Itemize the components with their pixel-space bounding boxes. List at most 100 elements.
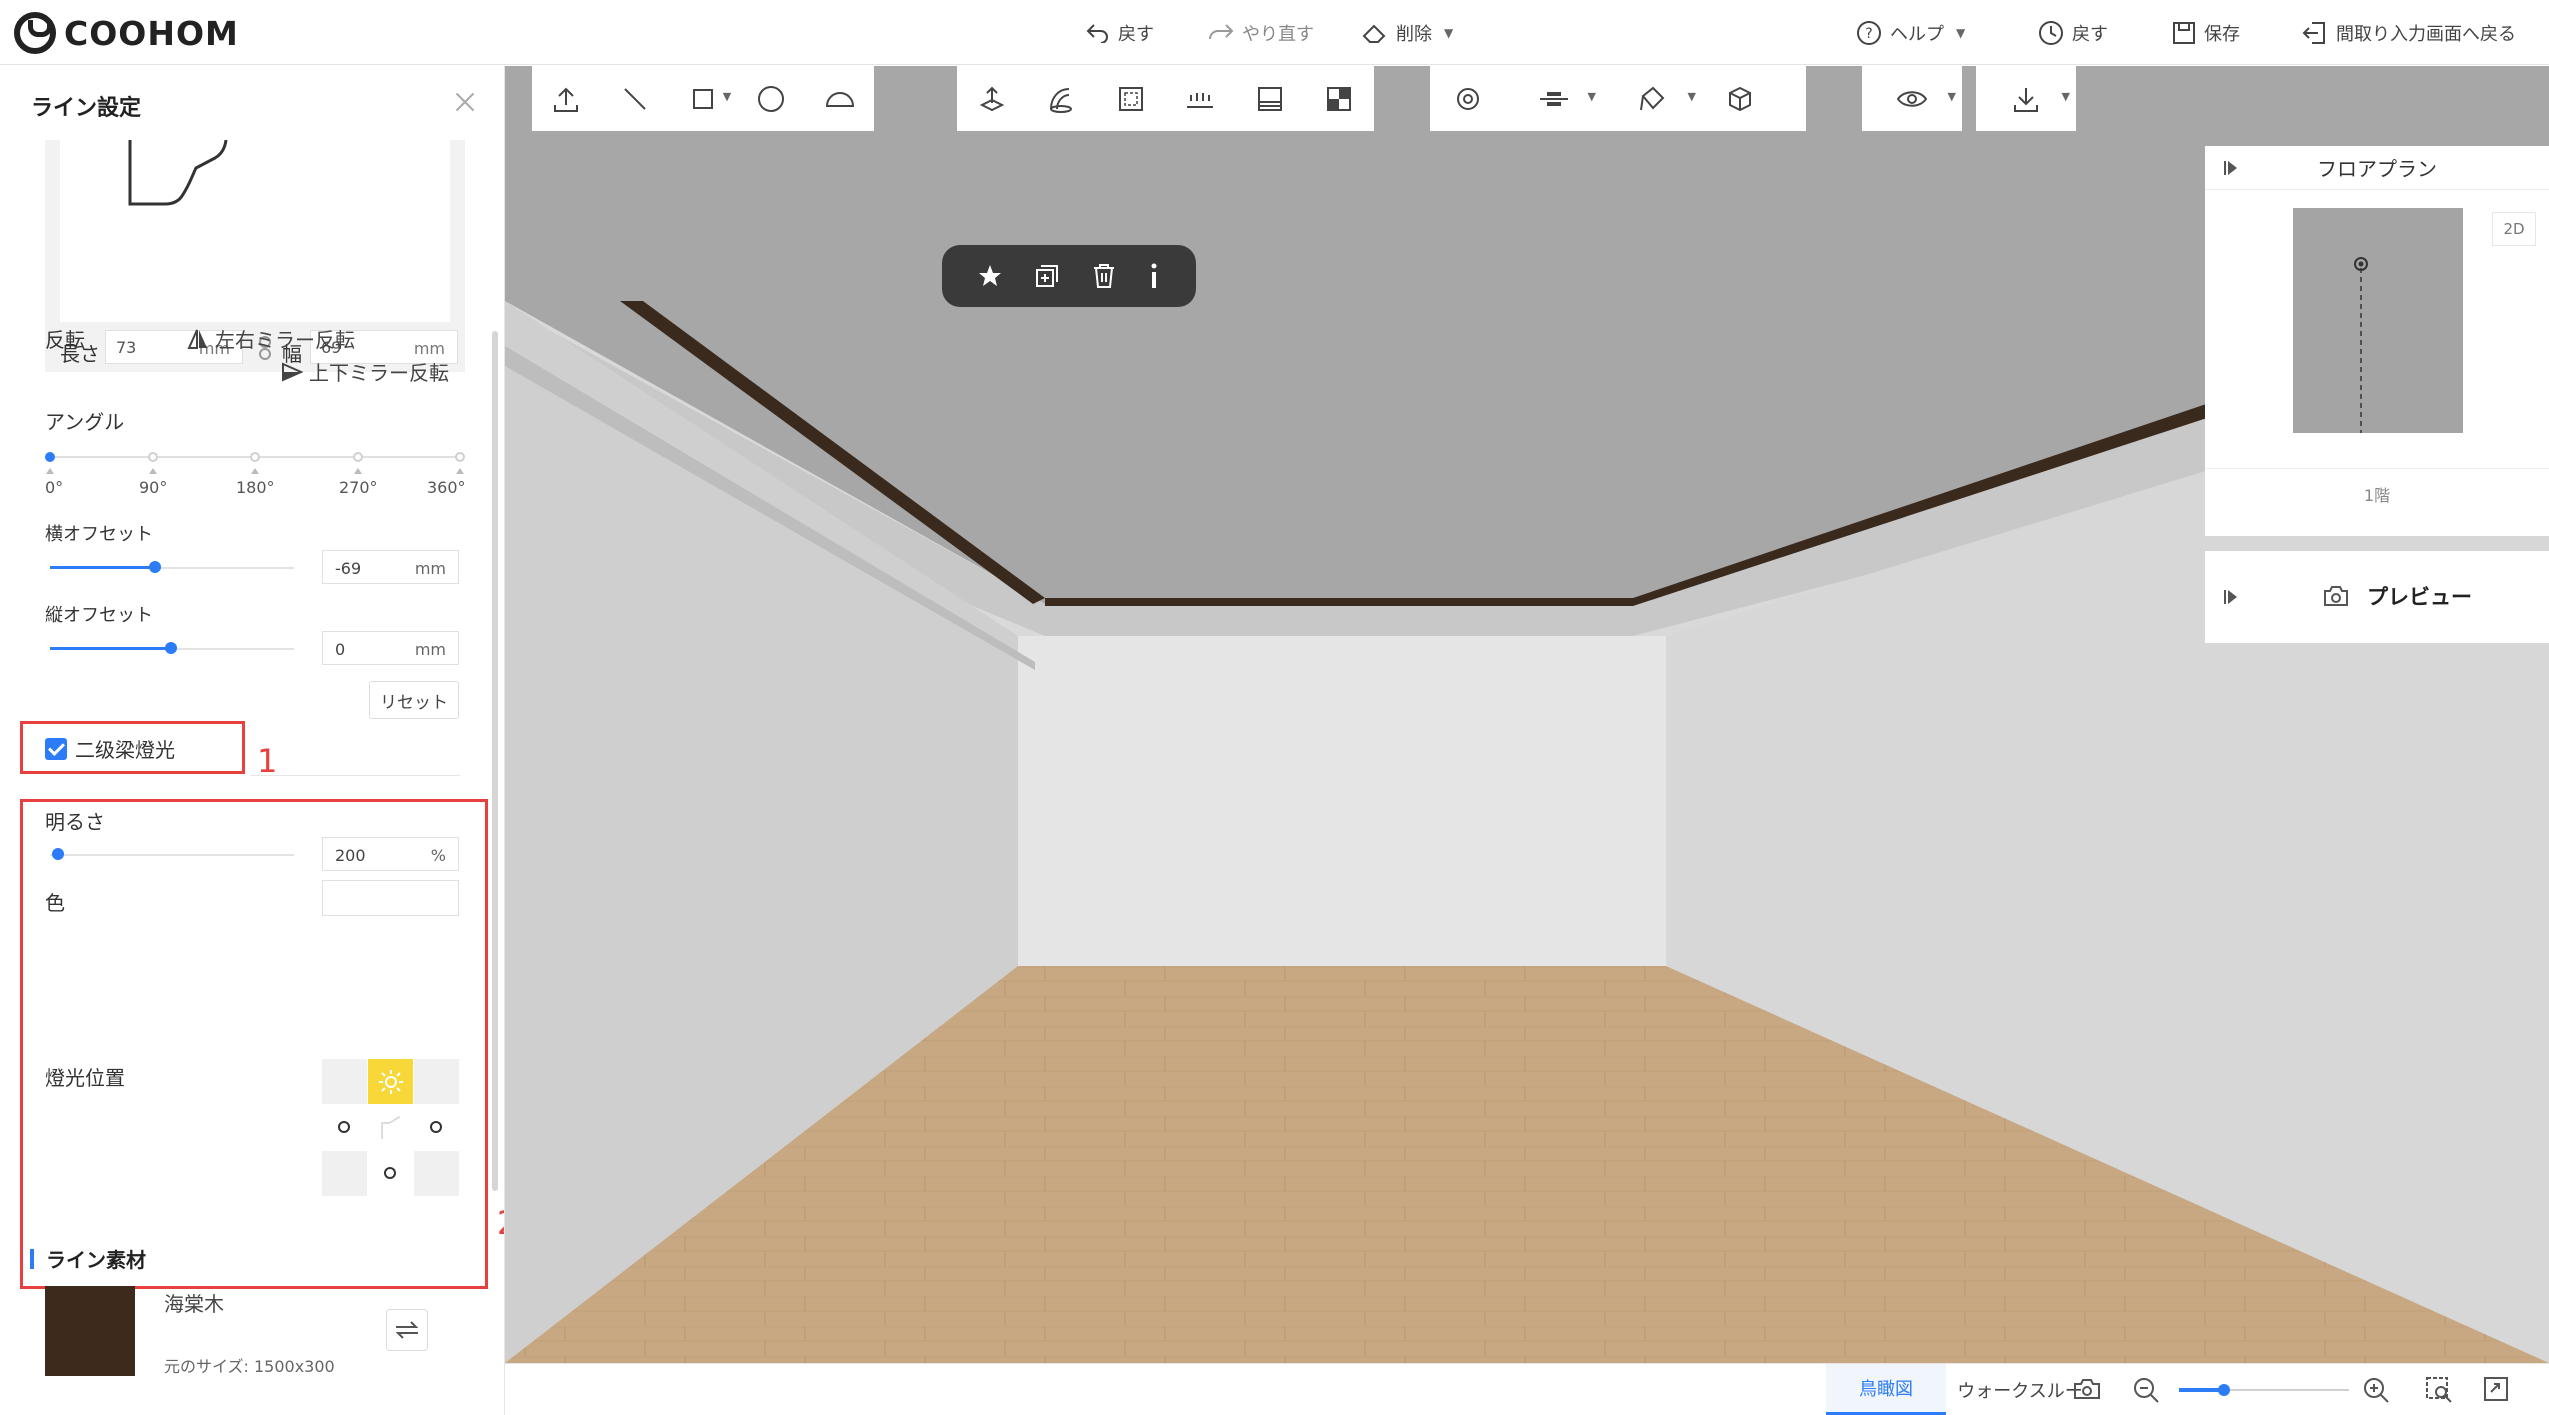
view-2d-button[interactable]: 2D <box>2492 212 2536 246</box>
reset-button[interactable]: リセット <box>369 681 459 719</box>
light-cell-top-left[interactable] <box>322 1059 367 1104</box>
3d-viewport[interactable]: ▼ ▼ ▼ ▼ ▼ フロアプラン 2D 1階 プレビュー <box>505 66 2549 1363</box>
save-button[interactable]: 保存 <box>2172 18 2240 48</box>
light-cell-bottom-left[interactable] <box>322 1151 367 1196</box>
line-settings-panel: ライン設定 長さ 73 mm 幅 69 mm 反転 左右ミラー反転 上下ミラー反… <box>0 66 505 1415</box>
floor-label[interactable]: 1階 <box>2205 482 2549 506</box>
arc-icon <box>825 91 854 107</box>
color-picker[interactable] <box>322 880 459 916</box>
redo-button[interactable]: やり直す <box>1206 18 1314 48</box>
tab-walkthrough[interactable]: ウォークスルー <box>1957 1364 2082 1415</box>
cube-icon <box>1729 86 1751 111</box>
mirror-left-right-button[interactable]: 左右ミラー反転 <box>187 324 355 353</box>
circle-tool[interactable] <box>737 66 805 131</box>
visibility-tool[interactable]: ▼ <box>1862 66 1962 131</box>
light-cell-left[interactable] <box>322 1105 367 1150</box>
back-to-floorplan-button[interactable]: 間取り入力画面へ戻る <box>2302 18 2516 48</box>
beam-light-checkbox-row[interactable]: 二级梁燈光 <box>45 734 175 763</box>
material-brush-tool[interactable]: ▼ <box>1602 66 1702 131</box>
light-cell-bottom[interactable] <box>368 1151 413 1196</box>
brightness-track[interactable] <box>50 854 294 856</box>
angle-tick <box>456 468 464 474</box>
mirror-up-down-label: 上下ミラー反転 <box>309 361 449 385</box>
color-label: 色 <box>45 891 65 915</box>
horizontal-offset-input[interactable]: -69 mm <box>322 550 459 584</box>
help-label: ヘルプ <box>1890 24 1944 45</box>
undo-label: 戻す <box>1118 24 1154 45</box>
brightness-value: 200 <box>335 846 366 865</box>
info-icon[interactable] <box>1147 262 1161 290</box>
sweep-tool[interactable] <box>1027 66 1097 131</box>
fullscreen-icon[interactable] <box>2483 1376 2509 1402</box>
delete-label: 削除 <box>1396 24 1432 45</box>
line-tool[interactable] <box>600 66 668 131</box>
download-tool[interactable]: ▼ <box>1976 66 2076 131</box>
panel-toggle-icon[interactable] <box>2223 160 2239 176</box>
chevron-down-icon: ▼ <box>1947 90 1956 103</box>
panel-tool[interactable] <box>1235 66 1305 131</box>
vertical-offset-value: 0 <box>335 640 346 659</box>
horizontal-offset-knob[interactable] <box>149 561 161 573</box>
annotation-box-2 <box>20 799 488 1289</box>
circle-icon <box>758 85 785 112</box>
material-swatch[interactable] <box>45 1286 135 1376</box>
logo[interactable]: COOHOM <box>14 12 239 54</box>
angle-stop-180[interactable] <box>250 452 260 462</box>
light-cell-top[interactable] <box>368 1059 413 1104</box>
angle-stop-360[interactable] <box>455 452 465 462</box>
duplicate-icon[interactable] <box>1033 262 1061 290</box>
preview-panel[interactable]: プレビュー <box>2205 551 2549 643</box>
zoom-out-icon[interactable] <box>2132 1376 2160 1404</box>
rotate-tool[interactable] <box>1430 66 1506 131</box>
brightness-knob[interactable] <box>52 848 64 860</box>
chevron-down-icon: ▼ <box>722 90 732 103</box>
undo-button[interactable]: 戻す <box>1086 18 1154 48</box>
angle-stop-0[interactable] <box>45 452 55 462</box>
mirror-up-down-button[interactable]: 上下ミラー反転 <box>281 357 449 386</box>
tab-birdseye[interactable]: 鳥瞰図 <box>1826 1364 1946 1415</box>
light-option-icon <box>384 1167 396 1179</box>
split-panel-tool[interactable] <box>1305 66 1375 131</box>
rectangle-tool[interactable]: ▼ <box>669 66 737 131</box>
trash-icon[interactable] <box>1091 262 1117 290</box>
light-cell-bottom-right[interactable] <box>414 1151 459 1196</box>
angle-tick <box>149 468 157 474</box>
upload-tool[interactable] <box>532 66 600 131</box>
panel-toggle-icon[interactable] <box>2223 589 2239 605</box>
light-cell-top-right[interactable] <box>414 1059 459 1104</box>
zoom-to-fit-icon[interactable] <box>2425 1376 2453 1404</box>
chevron-down-icon: ▼ <box>2061 90 2070 103</box>
light-cell-right[interactable] <box>414 1105 459 1150</box>
offset-tool[interactable] <box>1096 66 1166 131</box>
align-tool[interactable]: ▼ <box>1506 66 1602 131</box>
star-icon[interactable] <box>977 263 1003 289</box>
close-icon[interactable] <box>453 90 477 114</box>
history-button[interactable]: 戻す <box>2038 18 2108 48</box>
angle-stop-270[interactable] <box>353 452 363 462</box>
arc-tool[interactable] <box>806 66 874 131</box>
scrollbar[interactable] <box>492 331 498 1191</box>
vertical-offset-knob[interactable] <box>165 642 177 654</box>
light-cell-center <box>368 1105 413 1150</box>
profile-image <box>60 139 450 322</box>
camera-settings-icon[interactable] <box>2073 1376 2103 1402</box>
line-material-label: ライン素材 <box>46 1248 146 1272</box>
vertical-offset-input[interactable]: 0 mm <box>322 631 459 665</box>
cube-tool[interactable] <box>1702 66 1778 131</box>
zoom-slider-knob[interactable] <box>2218 1384 2230 1396</box>
replace-material-button[interactable] <box>386 1309 428 1351</box>
angle-stop-90[interactable] <box>148 452 158 462</box>
help-menu[interactable]: ? ヘルプ ▼ <box>1856 18 1965 48</box>
eye-icon <box>1896 90 1928 107</box>
horizontal-offset-fill <box>50 566 154 569</box>
ceiling-light-tool[interactable] <box>1166 66 1236 131</box>
preview-label: プレビュー <box>2323 581 2472 611</box>
svg-text:?: ? <box>1865 26 1872 42</box>
zoom-in-icon[interactable] <box>2362 1376 2390 1404</box>
extrude-tool[interactable] <box>957 66 1027 131</box>
toolbar-group-draw: ▼ <box>532 66 874 131</box>
brightness-input[interactable]: 200 % <box>322 837 459 871</box>
beam-light-checkbox[interactable] <box>45 737 67 760</box>
delete-menu[interactable]: 削除 ▼ <box>1362 18 1453 48</box>
floorplan-map[interactable] <box>2293 208 2463 433</box>
